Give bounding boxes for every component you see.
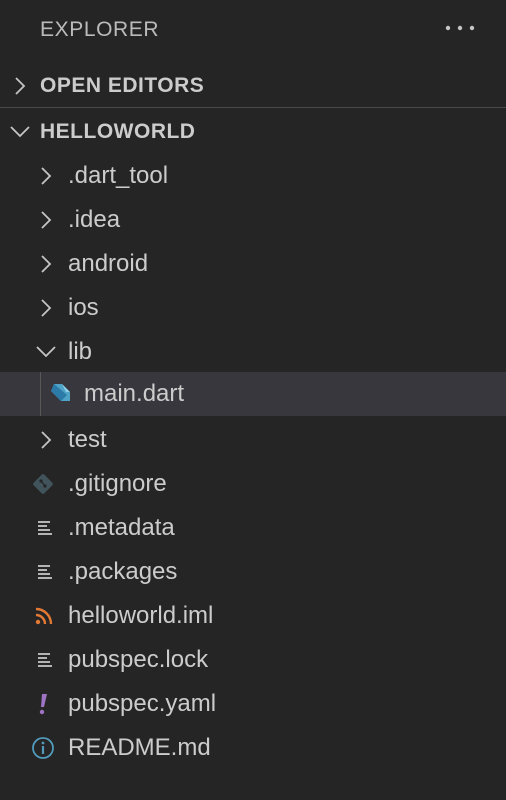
tree-item-label: .metadata bbox=[68, 514, 175, 541]
section-project-label: HELLOWORLD bbox=[40, 120, 196, 143]
tree-item-pubspec-yaml[interactable]: pubspec.yaml bbox=[0, 682, 506, 726]
tree-item-dart-tool[interactable]: .dart_tool bbox=[0, 154, 506, 198]
tree-item-label: .packages bbox=[68, 558, 178, 585]
tree-item-label: helloworld.iml bbox=[68, 602, 214, 629]
tree-item-label: .dart_tool bbox=[68, 162, 169, 189]
tree-item-label: pubspec.lock bbox=[68, 646, 209, 673]
lines-icon bbox=[34, 516, 58, 540]
indent-guide bbox=[40, 372, 41, 416]
tree-item-label: android bbox=[68, 250, 149, 277]
tree-item-label: test bbox=[68, 426, 107, 453]
chevron-right-icon bbox=[34, 428, 58, 452]
tree-item-gitignore[interactable]: .gitignore bbox=[0, 462, 506, 506]
tree-item-pubspec-lock[interactable]: pubspec.lock bbox=[0, 638, 506, 682]
tree-item-test[interactable]: test bbox=[0, 418, 506, 462]
explorer-panel: EXPLORER OPEN EDITORS HELLOWORLD .dart_t… bbox=[0, 0, 506, 800]
git-icon bbox=[31, 472, 55, 496]
tree-item-label: lib bbox=[68, 338, 93, 365]
info-icon bbox=[31, 736, 55, 760]
chevron-right-icon bbox=[34, 164, 58, 188]
chevron-right-icon bbox=[34, 296, 58, 320]
tree-item-label: pubspec.yaml bbox=[68, 690, 217, 717]
section-project[interactable]: HELLOWORLD bbox=[0, 110, 506, 154]
tree-item-lib[interactable]: lib bbox=[0, 330, 506, 374]
tree-item-idea[interactable]: .idea bbox=[0, 198, 506, 242]
tree-item-metadata[interactable]: .metadata bbox=[0, 506, 506, 550]
chevron-down-icon bbox=[34, 340, 58, 364]
rss-icon bbox=[32, 604, 56, 628]
explorer-header: EXPLORER bbox=[0, 0, 506, 62]
tree-item-label: main.dart bbox=[84, 380, 185, 407]
dart-icon bbox=[48, 382, 72, 406]
tree-item-helloworld-iml[interactable]: helloworld.iml bbox=[0, 594, 506, 638]
tree-item-label: .gitignore bbox=[68, 470, 167, 497]
tree-item-label: ios bbox=[68, 294, 99, 321]
tree-item-android[interactable]: android bbox=[0, 242, 506, 286]
ellipsis-icon[interactable] bbox=[444, 22, 476, 34]
section-open-editors-label: OPEN EDITORS bbox=[40, 74, 205, 97]
tree-item-readme[interactable]: README.md bbox=[0, 726, 506, 770]
chevron-right-icon bbox=[34, 208, 58, 232]
chevron-right-icon bbox=[34, 252, 58, 276]
explorer-title: EXPLORER bbox=[40, 18, 160, 41]
lines-icon bbox=[34, 648, 58, 672]
chevron-right-icon bbox=[8, 74, 32, 98]
tree-item-label: .idea bbox=[68, 206, 121, 233]
chevron-down-icon bbox=[8, 120, 32, 144]
tree-item-packages[interactable]: .packages bbox=[0, 550, 506, 594]
section-open-editors[interactable]: OPEN EDITORS bbox=[0, 64, 506, 108]
lines-icon bbox=[34, 560, 58, 584]
exclamation-icon bbox=[32, 692, 56, 716]
tree-item-label: README.md bbox=[68, 734, 211, 761]
tree-item-ios[interactable]: ios bbox=[0, 286, 506, 330]
tree-item-main-dart[interactable]: main.dart bbox=[0, 372, 506, 416]
